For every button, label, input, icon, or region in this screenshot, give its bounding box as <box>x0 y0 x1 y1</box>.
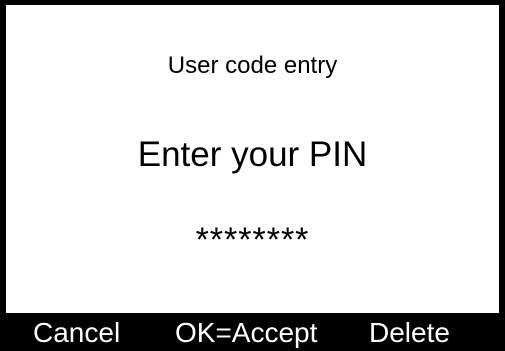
pin-entry-screen: User code entry Enter your PIN ******** <box>0 0 505 351</box>
pin-prompt: Enter your PIN <box>137 135 368 174</box>
softkey-bar: Cancel OK=Accept Delete <box>0 313 505 351</box>
cancel-softkey[interactable]: Cancel <box>33 316 120 350</box>
accept-softkey[interactable]: OK=Accept <box>175 316 317 350</box>
pin-input-field[interactable]: ******** <box>6 221 499 260</box>
delete-softkey[interactable]: Delete <box>369 316 450 350</box>
screen-subtitle: User code entry <box>167 52 338 79</box>
